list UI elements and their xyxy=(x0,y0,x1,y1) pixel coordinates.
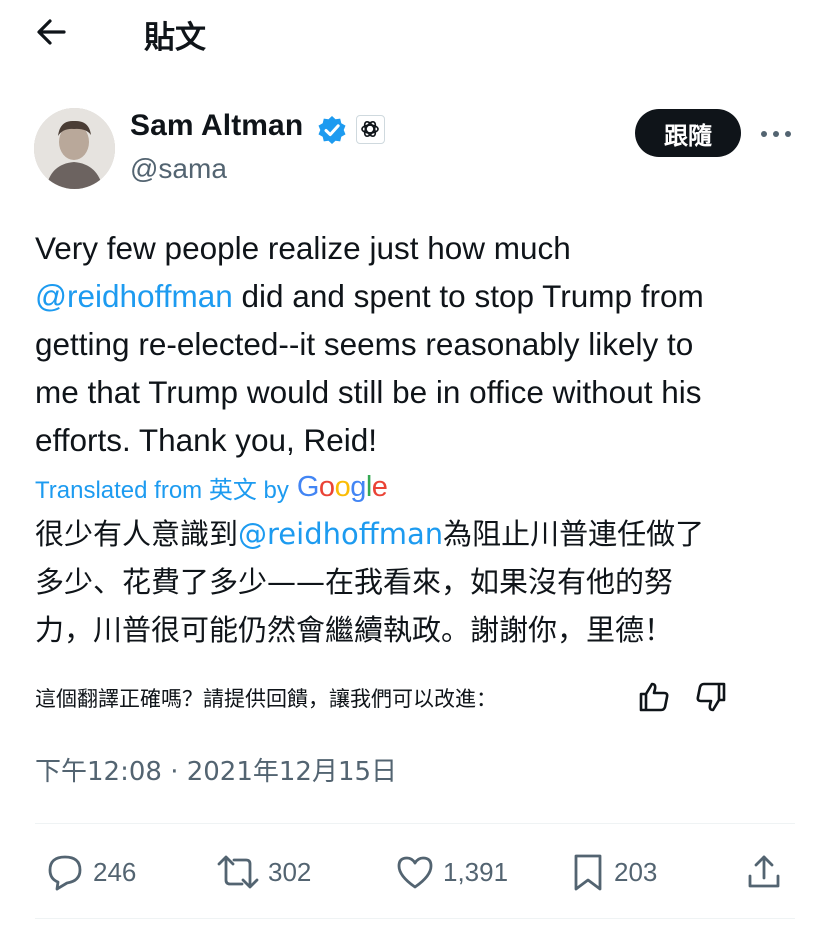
author-name[interactable]: Sam Altman xyxy=(130,109,303,143)
translated-text: 很少有人意識到@reidhoffman為阻止川普連任做了 多少、花費了多少——在… xyxy=(35,510,805,654)
verified-badge-icon xyxy=(318,116,346,144)
thumbs-up-icon xyxy=(639,682,669,712)
translation-feedback-row: 這個翻譯正確嗎？請提供回饋，讓我們可以改進： xyxy=(35,678,497,718)
top-bar: 貼文 xyxy=(0,0,828,64)
mention-link[interactable]: @reidhoffman xyxy=(35,278,233,314)
tweet-line: me that Trump would still be in office w… xyxy=(35,374,702,410)
repost-icon xyxy=(217,855,259,889)
thumbs-up-button[interactable] xyxy=(637,680,671,714)
feedback-prompt: 這個翻譯正確嗎？請提供回饋，讓我們可以改進： xyxy=(35,687,497,711)
mention-link[interactable]: @reidhoffman xyxy=(238,517,443,551)
translated-by-row: Translated from 英文 by Google xyxy=(35,469,388,505)
reply-button[interactable]: 246 xyxy=(45,850,136,894)
translation-line: 多少、花費了多少——在我看來，如果沒有他的努 xyxy=(35,565,674,599)
google-logo[interactable]: Google xyxy=(297,471,388,504)
tweet-line: Very few people realize just how much xyxy=(35,230,571,266)
bookmark-icon xyxy=(574,854,602,891)
bookmark-count: 203 xyxy=(614,856,658,887)
tweet-line: efforts. Thank you, Reid! xyxy=(35,422,378,458)
translated-from-label: Translated from 英文 by xyxy=(35,476,289,504)
thumbs-down-button[interactable] xyxy=(694,680,728,714)
back-button[interactable] xyxy=(30,14,74,50)
post-timestamp[interactable]: 下午12:08 · 2021年12月15日 xyxy=(35,751,397,788)
bookmark-button[interactable]: 203 xyxy=(570,850,657,894)
avatar[interactable] xyxy=(34,108,115,189)
tweet-text-segment: did and spent to stop Trump from xyxy=(232,278,704,314)
like-button[interactable]: 1,391 xyxy=(395,850,508,894)
post-detail-page: 貼文 Sam Altman @sama 跟隨 Very few people r… xyxy=(0,0,828,931)
openai-logo-icon xyxy=(361,120,379,138)
translation-segment: 很少有人意識到 xyxy=(35,517,239,551)
share-icon xyxy=(748,855,780,888)
heart-icon xyxy=(397,856,433,889)
reply-icon xyxy=(48,855,82,891)
affiliation-badge[interactable] xyxy=(356,115,385,144)
page-title: 貼文 xyxy=(144,20,206,56)
arrow-left-icon xyxy=(37,19,66,45)
author-handle[interactable]: @sama xyxy=(130,153,227,185)
divider xyxy=(35,823,795,824)
like-count: 1,391 xyxy=(443,856,509,887)
avatar-image xyxy=(34,108,115,189)
thumbs-down-icon xyxy=(696,682,726,712)
tweet-line: @reidhoffman did and spent to stop Trump… xyxy=(35,272,805,320)
repost-count: 302 xyxy=(268,856,312,887)
translation-segment: 為阻止川普連任做了 xyxy=(443,517,705,551)
share-button[interactable] xyxy=(744,850,784,894)
more-options-button[interactable] xyxy=(756,116,796,152)
more-dots-icon xyxy=(761,131,791,137)
divider xyxy=(35,918,795,919)
repost-button[interactable]: 302 xyxy=(216,850,311,894)
tweet-text: Very few people realize just how much @r… xyxy=(35,224,805,464)
tweet-line: getting re-elected--it seems reasonably … xyxy=(35,326,694,362)
follow-button[interactable]: 跟隨 xyxy=(635,109,741,157)
translation-line: 力，川普很可能仍然會繼續執政。謝謝你，里德！ xyxy=(35,613,674,647)
translation-line: 很少有人意識到@reidhoffman為阻止川普連任做了 xyxy=(35,510,805,558)
reply-count: 246 xyxy=(93,856,137,887)
